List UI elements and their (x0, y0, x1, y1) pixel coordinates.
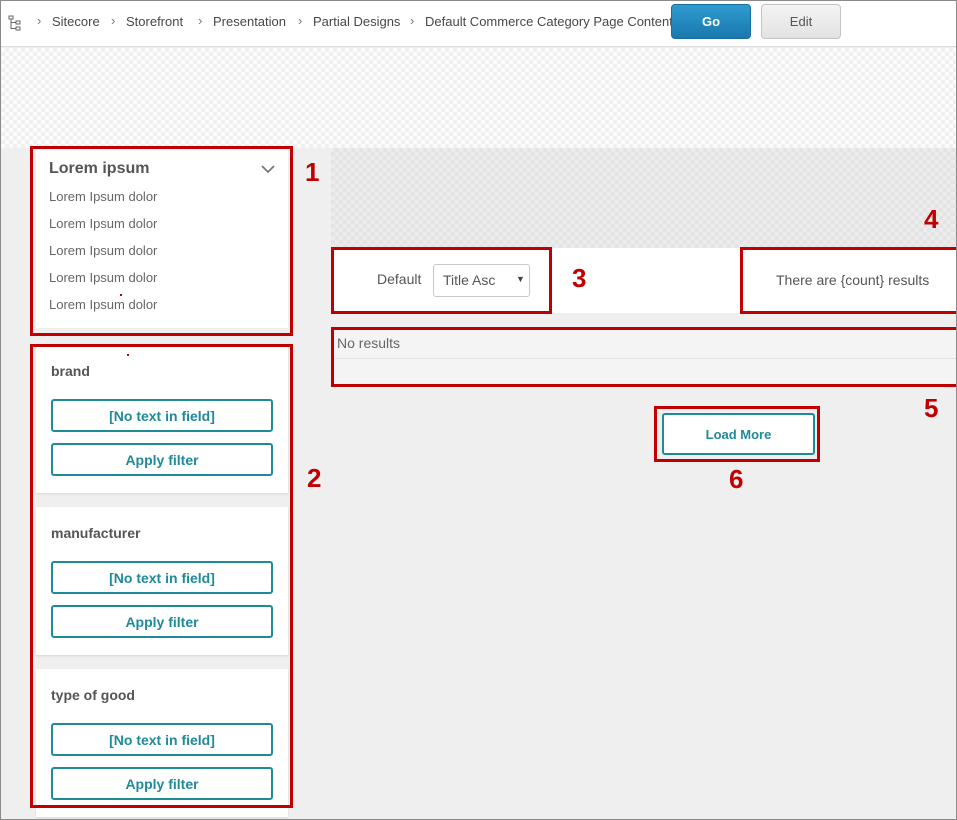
load-more-button[interactable]: Load More (662, 413, 815, 455)
apply-filter-button-brand[interactable]: Apply filter (51, 443, 273, 476)
chevron-right-icon: › (410, 13, 415, 28)
sort-label: Default (377, 271, 422, 287)
filter-name-type-of-good: type of good (51, 687, 135, 703)
no-results-message: No results (337, 335, 401, 351)
placeholder-area (331, 148, 956, 248)
callout-number-4: 4 (924, 204, 939, 234)
facet-item[interactable]: Lorem Ipsum dolor (49, 297, 157, 312)
apply-filter-button-type-of-good[interactable]: Apply filter (51, 767, 273, 800)
facet-item[interactable]: Lorem Ipsum dolor (49, 189, 157, 204)
chevron-right-icon: › (111, 13, 116, 28)
filter-input-type-of-good[interactable]: [No text in field] (51, 723, 273, 756)
callout-number-5: 5 (924, 393, 939, 423)
placeholder-area (1, 48, 956, 148)
callout-number-3: 3 (572, 263, 587, 293)
breadcrumb-item-storefront[interactable]: Storefront (126, 14, 183, 29)
marker-dot (127, 354, 129, 356)
content-tree-icon[interactable] (8, 15, 22, 31)
breadcrumb-item-current[interactable]: Default Commerce Category Page Content (425, 14, 673, 29)
callout-number-1: 1 (305, 157, 320, 187)
filter-input-manufacturer[interactable]: [No text in field] (51, 561, 273, 594)
chevron-down-icon[interactable] (260, 163, 276, 175)
breadcrumb-item-presentation[interactable]: Presentation (213, 14, 286, 29)
apply-filter-button-manufacturer[interactable]: Apply filter (51, 605, 273, 638)
filter-name-manufacturer: manufacturer (51, 525, 141, 541)
facet-item[interactable]: Lorem Ipsum dolor (49, 243, 157, 258)
facet-item[interactable]: Lorem Ipsum dolor (49, 216, 157, 231)
chevron-right-icon: › (198, 13, 203, 28)
chevron-right-icon: › (37, 13, 42, 28)
results-count: There are {count} results (776, 272, 930, 288)
callout-number-2: 2 (307, 463, 322, 493)
facet-item[interactable]: Lorem Ipsum dolor (49, 270, 157, 285)
filter-input-brand[interactable]: [No text in field] (51, 399, 273, 432)
divider (332, 358, 956, 359)
breadcrumb-item-partial-designs[interactable]: Partial Designs (313, 14, 400, 29)
marker-dot (120, 294, 122, 296)
callout-number-6: 6 (729, 464, 744, 494)
filter-name-brand: brand (51, 363, 90, 379)
go-button[interactable]: Go (671, 4, 751, 39)
chevron-right-icon: › (298, 13, 303, 28)
edit-button[interactable]: Edit (761, 4, 841, 39)
facet-title[interactable]: Lorem ipsum (49, 160, 149, 178)
breadcrumb-item-sitecore[interactable]: Sitecore (52, 14, 100, 29)
dropdown-arrow-icon: ▼ (516, 274, 525, 284)
